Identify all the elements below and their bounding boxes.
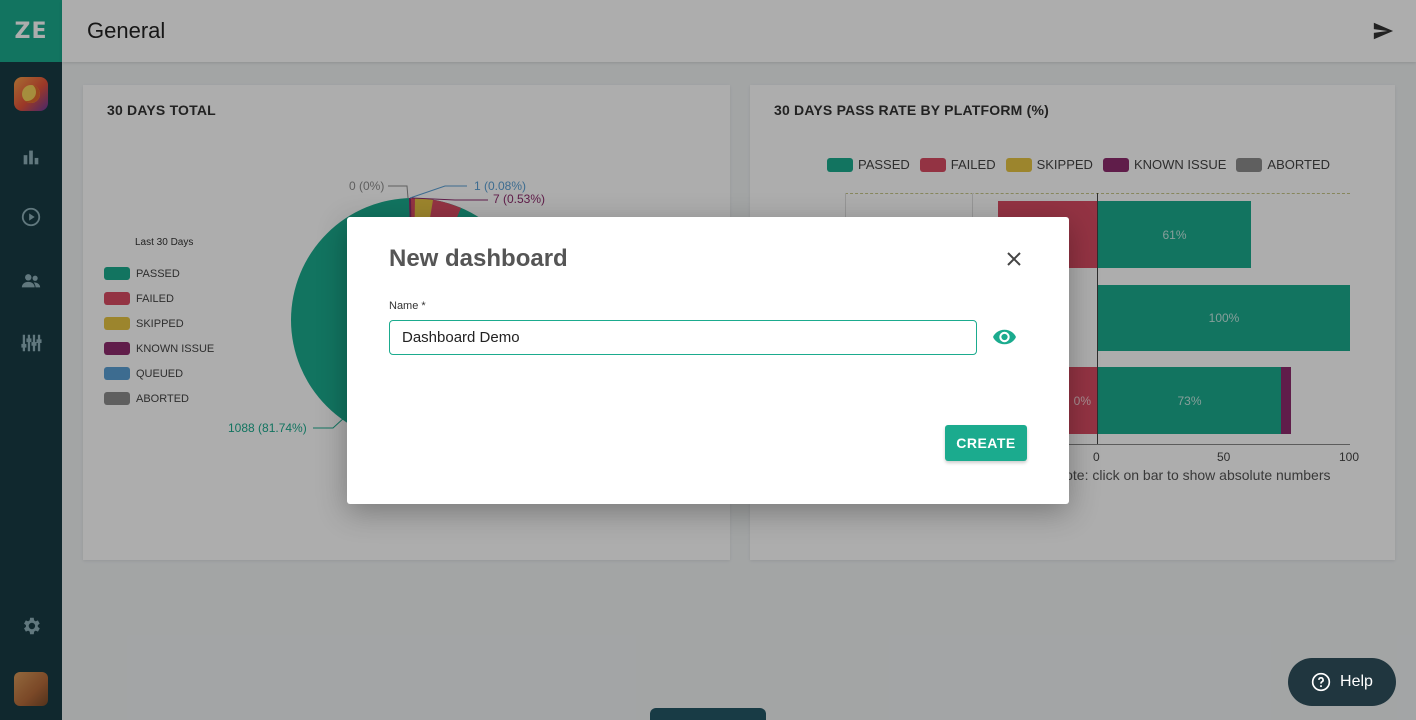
help-icon [1311,672,1331,692]
create-button[interactable]: CREATE [945,425,1027,461]
dialog-title: New dashboard [389,245,568,272]
help-button[interactable]: Help [1288,658,1396,706]
close-icon[interactable] [1003,248,1025,270]
help-label: Help [1340,673,1373,690]
dashboard-name-input[interactable] [389,320,977,355]
new-dashboard-dialog: New dashboard Name * CREATE [347,217,1069,504]
eye-icon[interactable] [992,326,1017,348]
name-label: Name * [389,300,426,312]
bottom-tab[interactable] [650,708,766,720]
